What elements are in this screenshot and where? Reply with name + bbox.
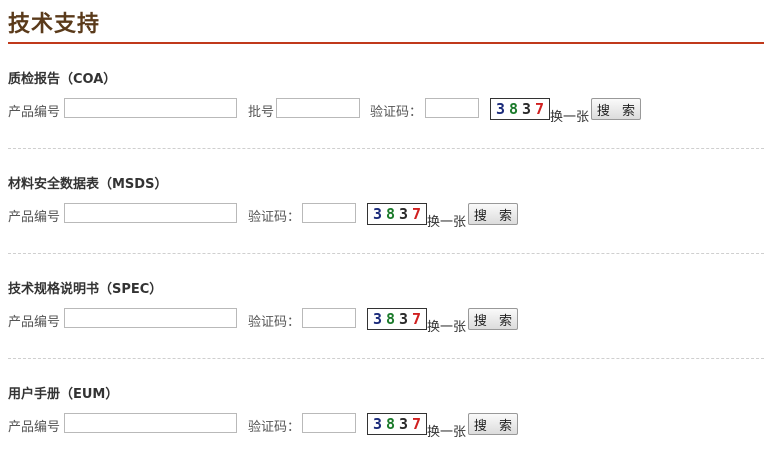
search-button[interactable]: 搜 索	[591, 98, 641, 120]
verification-code-label: 验证码：	[248, 315, 301, 330]
section-title: 技术规格说明书（SPEC）	[8, 282, 163, 297]
captcha-image[interactable]: 3 8 3 7	[367, 308, 427, 330]
section-title: 材料安全数据表（MSDS）	[8, 177, 168, 192]
product-number-label: 产品编号	[8, 105, 61, 120]
section-title: 质检报告（COA）	[8, 72, 117, 87]
batch-number-label: 批号	[248, 105, 275, 120]
search-row: 产品编号 批号 验证码： 3 8 3 7 换一张 搜 索	[8, 98, 764, 125]
captcha-image[interactable]: 3 8 3 7	[490, 98, 550, 120]
search-row: 产品编号 验证码： 3 8 3 7 换一张 搜 索	[8, 308, 764, 335]
title-divider	[8, 42, 764, 44]
search-button[interactable]: 搜 索	[468, 203, 518, 225]
product-number-label: 产品编号	[8, 315, 61, 330]
section-divider	[8, 358, 764, 359]
refresh-captcha-link[interactable]: 换一张	[427, 211, 466, 230]
section-divider	[8, 148, 764, 149]
product-number-label: 产品编号	[8, 420, 61, 435]
captcha-image[interactable]: 3 8 3 7	[367, 203, 427, 225]
page-title: 技术支持	[8, 12, 101, 37]
product-number-input[interactable]	[64, 203, 237, 223]
refresh-captcha-link[interactable]: 换一张	[550, 106, 589, 125]
verification-code-input[interactable]	[302, 203, 356, 223]
search-row: 产品编号 验证码： 3 8 3 7 换一张 搜 索	[8, 413, 764, 440]
product-number-input[interactable]	[64, 308, 237, 328]
product-number-label: 产品编号	[8, 210, 61, 225]
verification-code-input[interactable]	[302, 308, 356, 328]
verification-code-input[interactable]	[425, 98, 479, 118]
search-button[interactable]: 搜 索	[468, 413, 518, 435]
verification-code-label: 验证码：	[248, 420, 301, 435]
search-row: 产品编号 验证码： 3 8 3 7 换一张 搜 索	[8, 203, 764, 230]
section-title: 用户手册（EUM）	[8, 387, 119, 402]
verification-code-label: 验证码：	[370, 105, 423, 120]
section-divider	[8, 253, 764, 254]
refresh-captcha-link[interactable]: 换一张	[427, 421, 466, 440]
product-number-input[interactable]	[64, 98, 237, 118]
batch-number-input[interactable]	[276, 98, 360, 118]
product-number-input[interactable]	[64, 413, 237, 433]
verification-code-label: 验证码：	[248, 210, 301, 225]
search-button[interactable]: 搜 索	[468, 308, 518, 330]
verification-code-input[interactable]	[302, 413, 356, 433]
refresh-captcha-link[interactable]: 换一张	[427, 316, 466, 335]
captcha-image[interactable]: 3 8 3 7	[367, 413, 427, 435]
